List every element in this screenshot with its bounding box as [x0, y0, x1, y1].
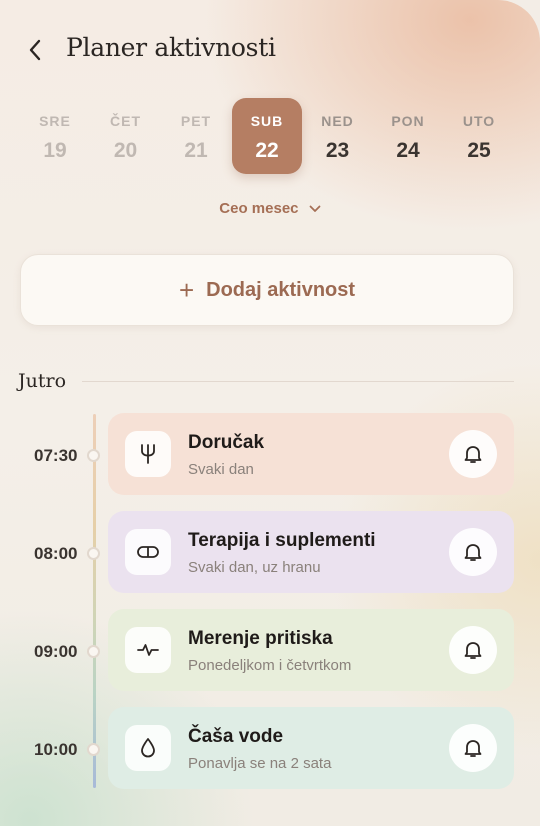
activity-subtitle: Svaki dan, uz hranu — [188, 559, 321, 576]
day-name: NED — [321, 113, 354, 129]
day-name: SRE — [39, 113, 71, 129]
day-name: UTO — [462, 113, 496, 129]
timeline-dot — [87, 645, 100, 658]
activity-time: 09:00 — [34, 642, 78, 661]
timeline-dot — [87, 449, 100, 462]
activity-title: Terapija i suplementi — [188, 530, 376, 551]
activity-card-water[interactable]: Čaša vode Ponavlja se na 2 sata — [108, 707, 514, 789]
timeline-dot — [87, 547, 100, 560]
fork-icon — [141, 444, 155, 464]
chevron-left-icon — [29, 39, 41, 61]
day-name: SUB — [250, 113, 284, 129]
day-name: PON — [391, 113, 425, 129]
day-thu[interactable]: ČET 20 — [91, 98, 161, 174]
activity-planner-screen: Planer aktivnosti SRE 19 ČET 20 PET 21 S… — [0, 0, 540, 826]
day-name: ČET — [110, 113, 141, 129]
activity-card-therapy[interactable]: Terapija i suplementi Svaki dan, uz hran… — [108, 511, 514, 593]
reminder-button[interactable] — [449, 724, 497, 772]
activity-icon-box — [125, 725, 171, 771]
reminder-button[interactable] — [449, 430, 497, 478]
activity-title: Merenje pritiska — [188, 628, 333, 649]
droplet-icon — [141, 738, 155, 758]
activity-icon-box — [125, 627, 171, 673]
day-date: 24 — [396, 139, 420, 162]
bell-icon — [464, 740, 482, 757]
day-sun[interactable]: NED 23 — [303, 98, 373, 174]
day-date: 25 — [467, 139, 491, 162]
reminder-button[interactable] — [449, 528, 497, 576]
back-button[interactable] — [22, 36, 48, 64]
full-month-label: Ceo mesec — [219, 200, 299, 217]
section-divider — [82, 381, 514, 382]
add-activity-button[interactable]: + Dodaj aktivnost — [20, 254, 514, 326]
activity-time: 07:30 — [34, 446, 78, 465]
activity-subtitle: Ponavlja se na 2 sata — [188, 755, 332, 772]
activity-icon-box — [125, 529, 171, 575]
bell-icon — [464, 544, 482, 561]
day-sat-selected[interactable]: SUB 22 — [232, 98, 302, 174]
activity-card-breakfast[interactable]: Doručak Svaki dan — [108, 413, 514, 495]
activity-card-blood-pressure[interactable]: Merenje pritiska Ponedeljkom i četvrtkom — [108, 609, 514, 691]
bell-icon — [464, 642, 482, 659]
day-mon[interactable]: PON 24 — [373, 98, 443, 174]
activity-subtitle: Ponedeljkom i četvrtkom — [188, 657, 352, 674]
day-name: PET — [180, 113, 212, 129]
activity-time: 08:00 — [34, 544, 78, 563]
add-activity-label: Dodaj aktivnost — [206, 278, 356, 301]
day-fri[interactable]: PET 21 — [161, 98, 231, 174]
plus-icon: + — [178, 275, 195, 305]
activity-icon-box — [125, 431, 171, 477]
day-date: 23 — [325, 139, 350, 162]
activity-subtitle: Svaki dan — [188, 461, 254, 478]
bell-icon — [464, 446, 482, 463]
activity-title: Doručak — [188, 432, 265, 453]
day-date: 20 — [113, 139, 138, 162]
reminder-button[interactable] — [449, 626, 497, 674]
day-date: 19 — [43, 139, 67, 162]
activity-time: 10:00 — [34, 740, 78, 759]
timeline-line — [93, 414, 96, 788]
pill-icon — [137, 546, 159, 558]
full-month-toggle[interactable]: Ceo mesec — [0, 200, 540, 217]
pulse-icon — [137, 644, 159, 656]
activity-title: Čaša vode — [188, 726, 284, 747]
week-strip: SRE 19 ČET 20 PET 21 SUB 22 NED 23 PON 2… — [20, 98, 520, 176]
day-date: 22 — [255, 139, 279, 162]
timeline-dot — [87, 743, 100, 756]
section-title: Jutro — [18, 370, 67, 392]
day-date: 21 — [184, 139, 208, 162]
page-title: Planer aktivnosti — [66, 33, 276, 62]
day-tue[interactable]: UTO 25 — [444, 98, 514, 174]
chevron-down-icon — [309, 205, 321, 212]
day-wed[interactable]: SRE 19 — [20, 98, 90, 174]
